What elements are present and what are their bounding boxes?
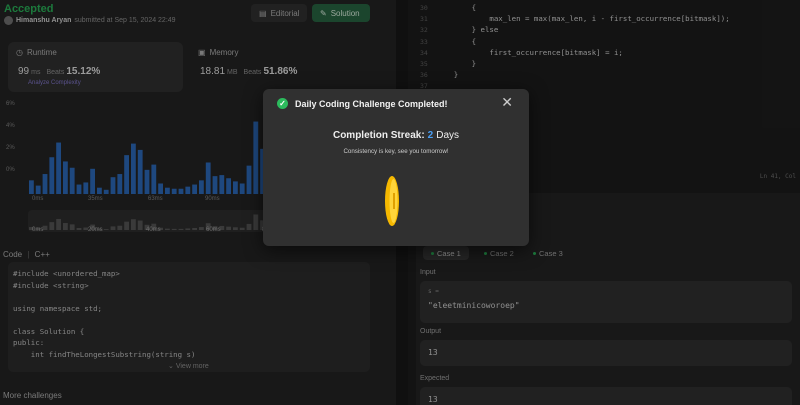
- close-icon[interactable]: ✕: [501, 94, 513, 111]
- app-root: Accepted Himanshu Aryan submitted at Sep…: [0, 0, 800, 405]
- dialog-title: Daily Coding Challenge Completed!: [295, 99, 448, 109]
- completion-streak: Completion Streak: 2 Days: [263, 130, 529, 141]
- check-circle-icon: ✓: [277, 98, 288, 109]
- streak-value: 2: [427, 130, 434, 141]
- streak-unit: Days: [436, 130, 460, 141]
- streak-label: Completion Streak:: [332, 130, 425, 141]
- coin-icon: [385, 176, 399, 226]
- dialog-message: Consistency is key, see you tomorrow!: [343, 148, 449, 155]
- challenge-completed-dialog: ✓ Daily Coding Challenge Completed! ✕ Co…: [263, 89, 529, 246]
